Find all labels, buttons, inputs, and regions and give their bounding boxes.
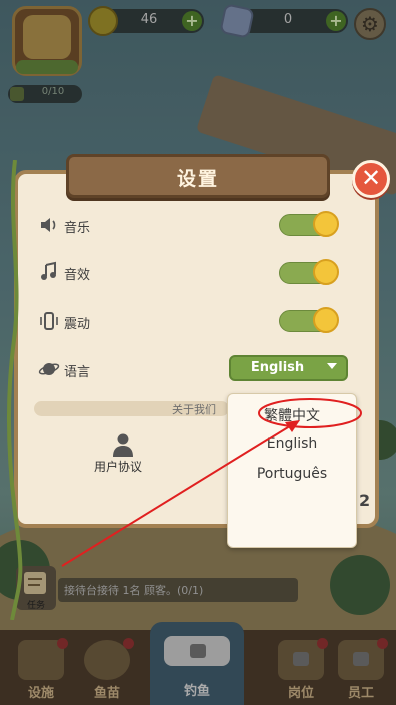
vibration-toggle[interactable] xyxy=(279,307,339,333)
planet-icon xyxy=(38,358,60,380)
about-us-label: 关于我们 xyxy=(172,403,216,416)
toggle-knob xyxy=(313,259,339,285)
music-label: 音乐 xyxy=(64,221,91,236)
chevron-down-icon xyxy=(327,363,337,369)
close-button[interactable]: ✕ xyxy=(352,160,390,198)
language-select-value: English xyxy=(250,360,305,375)
vine-decoration xyxy=(6,160,23,620)
language-option[interactable]: English xyxy=(228,436,356,452)
user-agreement-button[interactable]: 用户协议 xyxy=(94,458,142,475)
language-option[interactable]: Português xyxy=(228,466,356,482)
dialog-title: 设置 xyxy=(176,168,219,190)
side-number: 2 xyxy=(359,491,371,510)
music-note-icon xyxy=(38,261,60,283)
dialog-title-banner: 设置 xyxy=(66,154,330,198)
speaker-icon xyxy=(38,214,60,236)
user-icon xyxy=(113,433,133,457)
sound-effects-toggle[interactable] xyxy=(279,259,339,285)
language-option[interactable]: 繁體中文 xyxy=(228,405,356,425)
close-icon: ✕ xyxy=(360,164,382,192)
toggle-knob xyxy=(313,211,339,237)
language-select[interactable]: English xyxy=(229,355,348,381)
toggle-knob xyxy=(313,307,339,333)
language-label: 语言 xyxy=(64,365,91,380)
vibration-label: 震动 xyxy=(64,317,91,332)
sound-effects-label: 音效 xyxy=(64,268,91,283)
language-dropdown: 繁體中文 English Português xyxy=(227,393,357,548)
vibration-icon xyxy=(38,310,60,332)
music-toggle[interactable] xyxy=(279,211,339,237)
